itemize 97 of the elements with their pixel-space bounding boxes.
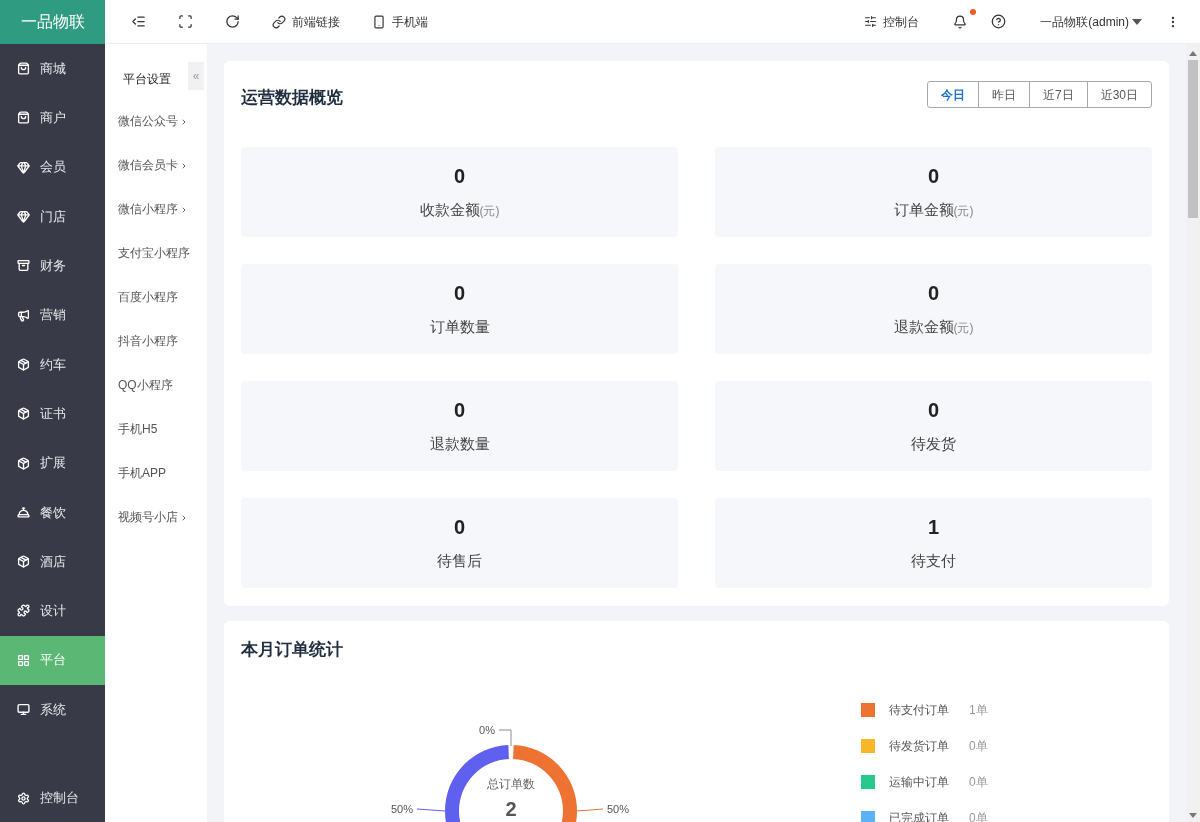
submenu-title: 平台设置 — [123, 71, 171, 88]
phone-icon — [372, 14, 386, 29]
range-tab[interactable]: 昨日 — [977, 82, 1029, 108]
donut-center-label: 总订单数 — [486, 776, 536, 793]
percent-label: 50% — [607, 803, 630, 815]
legend-label: 待支付订单 — [889, 701, 950, 719]
legend-label: 待发货订单 — [889, 737, 950, 755]
box-icon — [17, 357, 30, 371]
sidebar-item[interactable]: 门店 — [0, 191, 105, 242]
stat-value: 0 — [453, 515, 466, 541]
grid-icon — [17, 653, 30, 667]
card-title: 本月订单统计 — [241, 638, 344, 661]
brand-logo: 一品物联 — [0, 0, 105, 44]
box-icon — [17, 456, 30, 470]
range-tab[interactable]: 近7日 — [1028, 82, 1087, 108]
caret-icon — [1132, 18, 1142, 25]
console-button[interactable]: 控制台 — [864, 12, 920, 31]
stat-value: 0 — [453, 398, 466, 424]
scroll-up-icon — [1189, 51, 1197, 56]
sidebar-item[interactable]: 证书 — [0, 389, 105, 439]
range-tab[interactable]: 今日 — [927, 82, 978, 108]
sidebar-item[interactable]: 系统 — [0, 684, 105, 735]
submenu-item[interactable]: 百度小程序 — [118, 288, 178, 306]
submenu-item[interactable]: 抖音小程序 — [118, 332, 178, 350]
puzzle-icon — [17, 604, 30, 618]
legend-count: 0单 — [969, 773, 988, 791]
stat-value: 0 — [927, 281, 940, 307]
bag-icon — [17, 111, 30, 125]
sidebar-item[interactable]: 扩展 — [0, 438, 105, 488]
submenu-item[interactable]: QQ小程序 — [118, 376, 173, 394]
sidebar-item[interactable]: 会员 — [0, 142, 105, 192]
percent-label: 0% — [479, 724, 495, 736]
toolbar-button[interactable]: 前端链接 — [272, 12, 340, 31]
toolbar-button[interactable] — [178, 14, 193, 29]
legend-count: 0单 — [969, 737, 988, 755]
refresh-icon — [225, 14, 240, 29]
archive-icon — [17, 259, 30, 273]
submenu-item[interactable]: 视频号小店 — [118, 508, 178, 526]
sidebar-item[interactable]: 营销 — [0, 290, 105, 340]
bag-icon — [17, 62, 30, 76]
leader-line — [416, 808, 446, 812]
sidebar-item[interactable]: 财务 — [0, 241, 105, 291]
submenu-item[interactable]: 手机APP — [118, 464, 166, 482]
stat-value: 0 — [453, 164, 466, 190]
legend-count: 1单 — [969, 701, 988, 719]
toolbar-button[interactable] — [131, 14, 146, 29]
leader-line — [576, 808, 604, 812]
cloche-icon — [17, 505, 30, 519]
scroll-thumb[interactable] — [1188, 60, 1198, 218]
sidebar-item[interactable]: 商户 — [0, 93, 105, 143]
stat-label: 待售后 — [437, 551, 482, 572]
link-icon — [272, 14, 286, 29]
user-menu[interactable]: 一品物联(admin) — [1040, 12, 1142, 31]
submenu-item[interactable]: 微信小程序 — [118, 200, 178, 218]
toolbar-button[interactable]: 手机端 — [372, 12, 428, 31]
scrollbar[interactable] — [1186, 44, 1200, 822]
percent-label: 50% — [390, 803, 413, 815]
menu-fold-icon — [131, 14, 146, 29]
stat-label: 订单数量 — [429, 317, 490, 338]
fullscreen-icon — [178, 14, 193, 29]
gem-icon — [17, 210, 30, 224]
box-icon — [17, 407, 30, 421]
sliders-icon — [864, 15, 878, 28]
stat-label: 待发货 — [911, 434, 956, 455]
stat-label: 退款金额(元) — [893, 317, 974, 338]
stat-value: 0 — [927, 164, 940, 190]
stat-label: 订单金额(元) — [893, 200, 974, 221]
stat-value: 0 — [453, 281, 466, 307]
sidebar-item[interactable]: 餐饮 — [0, 487, 105, 537]
stat-label: 收款金额(元) — [419, 200, 500, 221]
leader-line — [498, 729, 512, 747]
settings-icon — [17, 791, 30, 805]
megaphone-icon — [17, 308, 30, 322]
card-title: 运营数据概览 — [241, 87, 343, 109]
sidebar-item[interactable]: 商城 — [0, 44, 105, 94]
donut-total: 2 — [504, 797, 518, 821]
submenu-item[interactable]: 支付宝小程序 — [118, 244, 190, 262]
help-icon[interactable] — [991, 14, 1007, 29]
monitor-icon — [17, 703, 30, 716]
legend-label: 运输中订单 — [889, 773, 950, 791]
stat-label: 退款数量 — [429, 434, 490, 455]
sidebar-item[interactable]: 设计 — [0, 586, 105, 636]
range-tab[interactable]: 近30日 — [1086, 82, 1151, 108]
submenu-item[interactable]: 手机H5 — [118, 420, 158, 438]
stat-value: 1 — [927, 515, 940, 541]
sidebar-item[interactable]: 酒店 — [0, 536, 105, 587]
bell-icon — [953, 14, 968, 29]
submenu-item[interactable]: 微信公众号 — [118, 112, 178, 130]
gem-icon — [17, 160, 30, 174]
submenu-item[interactable]: 微信会员卡 — [118, 156, 178, 174]
sidebar-item[interactable]: 控制台 — [0, 774, 105, 822]
toolbar-button[interactable] — [225, 14, 240, 29]
stat-value: 0 — [927, 398, 940, 424]
stat-label: 待支付 — [911, 551, 956, 572]
box-icon — [17, 555, 30, 569]
scroll-down-icon — [1189, 813, 1197, 818]
sidebar-item[interactable]: 约车 — [0, 339, 105, 390]
